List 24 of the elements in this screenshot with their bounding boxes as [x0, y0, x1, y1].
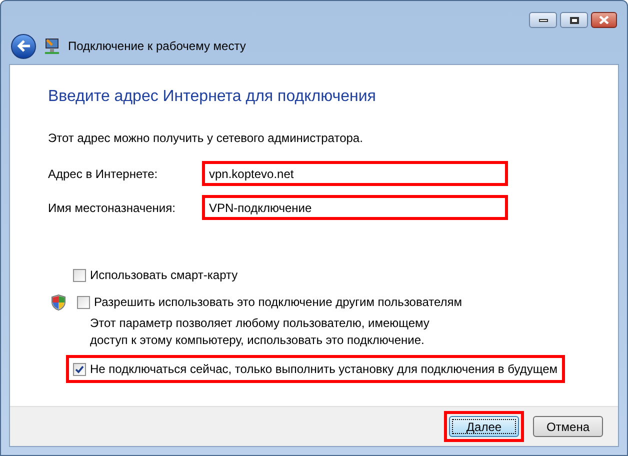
checkbox[interactable]	[73, 362, 86, 376]
text-field[interactable]: VPN-подключение	[202, 195, 508, 220]
checkmark-icon	[75, 364, 84, 374]
option-label[interactable]: Не подключаться сейчас, только выполнить установку для подключения в будущем	[90, 360, 558, 378]
option-label[interactable]: Использовать смарт-карту	[90, 266, 238, 284]
window-title: Подключение к рабочему месту	[68, 38, 246, 55]
back-button[interactable]	[11, 34, 36, 58]
dialog-button[interactable]: Далее	[449, 416, 519, 437]
option-description: Этот параметр позволяет любому пользователю, имеющему доступ к этому компьютеру, использовать это подключение.	[90, 315, 430, 349]
dialog-button[interactable]: Отмена	[533, 416, 603, 437]
close-button[interactable]	[591, 12, 617, 28]
text-field[interactable]: vpn.koptevo.net	[202, 161, 508, 186]
maximize-button[interactable]	[560, 12, 588, 28]
checkbox[interactable]	[73, 268, 86, 282]
page-heading: Введите адрес Интернета для подключения	[48, 87, 377, 107]
back-arrow-icon	[16, 40, 30, 52]
field-label: Адрес в Интернете:	[48, 166, 159, 182]
close-icon	[599, 16, 609, 24]
checkbox[interactable]	[77, 296, 90, 308]
intro-text: Этот адрес можно получить у сетевого администратора.	[48, 130, 364, 147]
minimize-button[interactable]	[529, 12, 557, 28]
option-label[interactable]: Разрешить использовать это подключение другим пользователям	[94, 293, 462, 311]
field-label: Имя местоназначения:	[48, 200, 176, 216]
network-computer-icon	[44, 37, 60, 55]
